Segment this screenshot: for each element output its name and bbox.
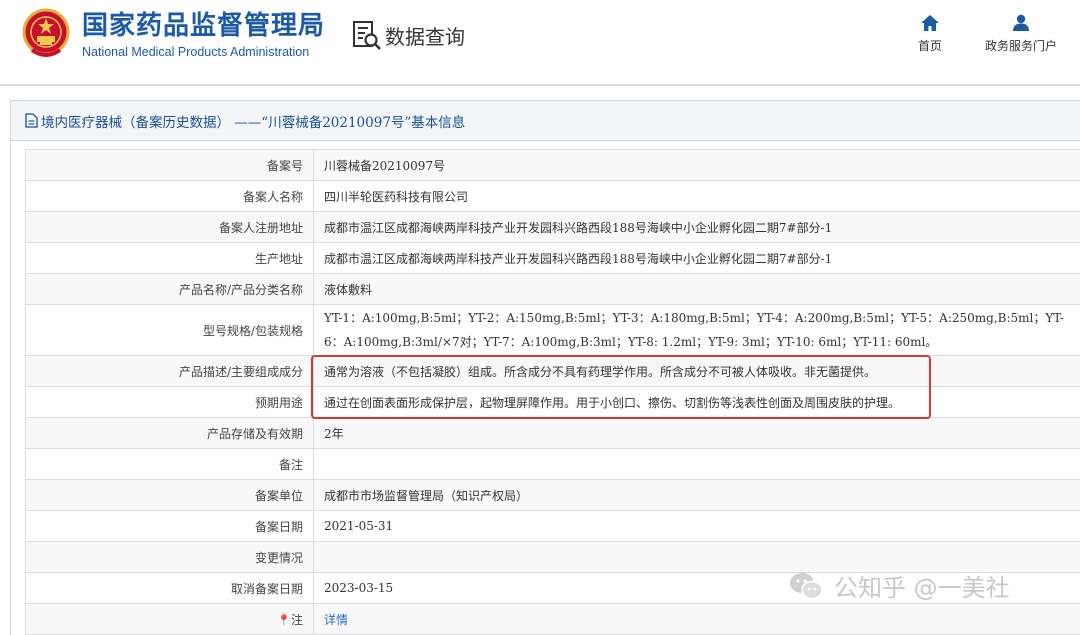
note-label: 注 <box>290 612 303 627</box>
row-label: 型号规格/包装规格 <box>25 304 314 356</box>
row-label: 备注 <box>25 448 314 480</box>
row-value: 液体敷料 <box>313 273 1080 305</box>
table-row: 备案人注册地址 成都市温江区成都海峡两岸科技产业开发园科兴路西段188号海峡中小… <box>25 211 1080 243</box>
watermark: 公知乎 @一美社 <box>788 568 1010 603</box>
row-value: 川蓉械备20210097号 <box>313 149 1080 181</box>
details-link[interactable]: 详情 <box>324 613 348 627</box>
row-label: 备案号 <box>25 149 314 181</box>
row-value: 2021-05-31 <box>313 510 1080 542</box>
table-row: 备案单位 成都市市场监督管理局（知识产权局） <box>25 479 1080 511</box>
nav-service-portal-label: 政务服务门户 <box>984 39 1057 53</box>
row-value <box>313 448 1080 480</box>
table-row: 备案人名称 四川半轮医药科技有限公司 <box>25 180 1080 212</box>
row-label: 取消备案日期 <box>25 572 314 604</box>
location-pin-icon: 📍 <box>277 613 291 627</box>
row-value: 2年 <box>313 417 1080 449</box>
row-label: 产品名称/产品分类名称 <box>25 273 314 305</box>
user-icon <box>1013 14 1029 31</box>
data-query-label: 数据查询 <box>385 24 465 49</box>
site-header: 国家药品监督管理局 National Medical Products Admi… <box>0 0 1080 86</box>
table-row: 备注 <box>25 448 1080 480</box>
row-label: 📍注 <box>25 603 314 635</box>
brand-english-name: National Medical Products Administration <box>82 45 310 59</box>
row-label: 预期用途 <box>25 386 314 418</box>
site-brand[interactable]: 国家药品监督管理局 National Medical Products Admi… <box>82 10 325 59</box>
table-row: 备案日期 2021-05-31 <box>25 510 1080 542</box>
row-value: 通常为溶液（不包括凝胶）组成。所含成分不具有药理学作用。所含成分不可被人体吸收。… <box>313 355 1080 387</box>
row-value: 成都市温江区成都海峡两岸科技产业开发园科兴路西段188号海峡中小企业孵化园二期7… <box>313 211 1080 243</box>
data-query-link[interactable]: 数据查询 <box>352 19 465 51</box>
row-label: 备案单位 <box>25 479 314 511</box>
document-icon <box>25 113 38 128</box>
table-row: 预期用途 通过在创面表面形成保护层，起物理屏障作用。用于小创口、擦伤、切割伤等浅… <box>25 386 1080 418</box>
row-label: 备案日期 <box>25 510 314 542</box>
national-emblem-icon[interactable] <box>22 8 70 60</box>
panel-title: 境内医疗器械（备案历史数据） ——“川蓉械备20210097号”基本信息 <box>11 101 1080 141</box>
row-value: 四川半轮医药科技有限公司 <box>313 180 1080 212</box>
document-search-icon <box>353 21 381 50</box>
row-label: 备案人注册地址 <box>25 211 314 243</box>
wechat-icon <box>790 572 823 599</box>
table-row: 产品存储及有效期 2年 <box>25 417 1080 449</box>
row-label: 产品描述/主要组成成分 <box>25 355 314 387</box>
table-row: 产品名称/产品分类名称 液体敷料 <box>25 273 1080 305</box>
table-row: 备案号 川蓉械备20210097号 <box>25 149 1080 181</box>
brand-chinese-name: 国家药品监督管理局 <box>82 11 326 41</box>
row-value: 通过在创面表面形成保护层，起物理屏障作用。用于小创口、擦伤、切割伤等浅表性创面及… <box>313 386 1080 418</box>
info-panel: 境内医疗器械（备案历史数据） ——“川蓉械备20210097号”基本信息 备案号… <box>10 100 1080 635</box>
nav-service-portal[interactable]: 政务服务门户 <box>976 14 1066 54</box>
panel-title-text: 境内医疗器械（备案历史数据） ——“川蓉械备20210097号”基本信息 <box>41 114 466 131</box>
nav-home-label: 首页 <box>917 39 942 53</box>
table-row: 生产地址 成都市温江区成都海峡两岸科技产业开发园科兴路西段188号海峡中小企业孵… <box>25 242 1080 274</box>
watermark-text: 公知乎 @一美社 <box>834 574 1010 602</box>
table-row: 📍注 详情 <box>25 603 1080 635</box>
record-table: 备案号 川蓉械备20210097号 备案人名称 四川半轮医药科技有限公司 备案人… <box>25 149 1080 635</box>
home-icon <box>921 15 939 31</box>
row-value: 成都市温江区成都海峡两岸科技产业开发园科兴路西段188号海峡中小企业孵化园二期7… <box>313 242 1080 274</box>
row-value: YT-1：A:100mg,B:5ml；YT-2：A:150mg,B:5ml；YT… <box>313 304 1080 356</box>
row-value: 成都市市场监督管理局（知识产权局） <box>313 479 1080 511</box>
row-value: 详情 <box>313 603 1080 635</box>
table-row: 型号规格/包装规格 YT-1：A:100mg,B:5ml；YT-2：A:150m… <box>25 304 1080 356</box>
row-label: 变更情况 <box>25 541 314 573</box>
nav-home[interactable]: 首页 <box>910 14 950 54</box>
table-row: 产品描述/主要组成成分 通常为溶液（不包括凝胶）组成。所含成分不具有药理学作用。… <box>25 355 1080 387</box>
row-label: 生产地址 <box>25 242 314 274</box>
row-label: 产品存储及有效期 <box>25 417 314 449</box>
row-label: 备案人名称 <box>25 180 314 212</box>
